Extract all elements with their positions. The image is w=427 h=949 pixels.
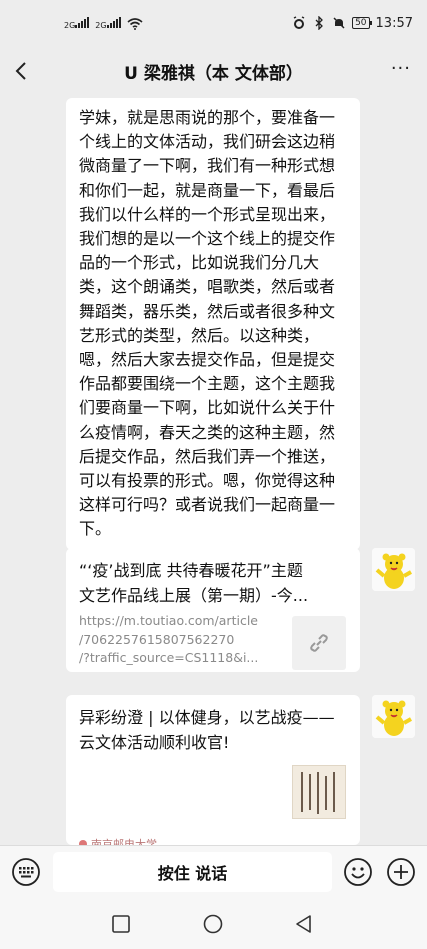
mute-icon (333, 17, 345, 29)
nav-square-icon[interactable] (112, 915, 130, 933)
card-title-line: “‘疫’战到底 共待春暖花开”主题 (79, 561, 303, 580)
battery-indicator: 50 (352, 17, 373, 29)
more-icon[interactable]: ··· (391, 58, 411, 79)
system-nav-bar (0, 899, 427, 949)
status-bar: 2G 2G 50 13:57 (0, 0, 427, 46)
alarm-icon (293, 16, 305, 29)
link-thumbnail (292, 616, 346, 670)
avatar-bear-icon (372, 695, 415, 738)
card-source: 南京邮电大学 (79, 836, 157, 845)
hold-to-talk-button[interactable]: 按住 说话 (53, 852, 332, 892)
link-icon (310, 634, 328, 652)
signal-bars-icon (75, 16, 90, 28)
article-card[interactable]: 异彩纷澄 | 以体健身，以艺战疫——云文体活动顺利收官! 南京邮电大学 (66, 695, 360, 845)
calligraphy-thumbnail (292, 765, 346, 819)
input-bar: 按住 说话 (0, 845, 427, 899)
back-arrow-icon[interactable] (10, 59, 34, 83)
chat-title: U 梁雅祺（本 文体部） (124, 63, 303, 84)
sim1-signal: 2G (64, 16, 90, 30)
card-title: “‘疫’战到底 共待春暖花开”主题 文艺作品线上展（第一期）-今... (79, 558, 349, 608)
signal-bars-icon (106, 16, 121, 28)
bluetooth-icon (315, 16, 323, 30)
sim2-label: 2G (95, 20, 107, 30)
avatar[interactable] (372, 548, 415, 591)
card-url: https://m.toutiao.com/article /706225761… (79, 613, 259, 665)
clock: 13:57 (375, 15, 413, 31)
avatar-bear-icon (372, 548, 415, 591)
message-bubble[interactable]: 学妹，就是思雨说的那个，要准备一个线上的文体活动，我们研会这边稍微商量了一下啊，… (66, 98, 360, 550)
right-status: 50 13:57 (292, 16, 413, 31)
signal-group: 2G 2G (64, 16, 143, 30)
wifi-icon (127, 17, 143, 30)
emoji-icon[interactable] (343, 857, 373, 887)
sim2-signal: 2G (95, 16, 121, 30)
nav-home-icon[interactable] (203, 914, 223, 934)
sim1-label: 2G (64, 20, 76, 30)
link-card[interactable]: “‘疫’战到底 共待春暖花开”主题 文艺作品线上展（第一期）-今... http… (66, 548, 360, 672)
title-bar: U 梁雅祺（本 文体部） ··· (0, 46, 427, 96)
avatar[interactable] (372, 695, 415, 738)
card-title-line: 文艺作品线上展（第一期）-今... (79, 586, 309, 605)
keyboard-icon[interactable] (11, 857, 41, 887)
nav-back-icon[interactable] (294, 914, 314, 934)
plus-icon[interactable] (386, 857, 416, 887)
card-title: 异彩纷澄 | 以体健身，以艺战疫——云文体活动顺利收官! (79, 708, 335, 752)
